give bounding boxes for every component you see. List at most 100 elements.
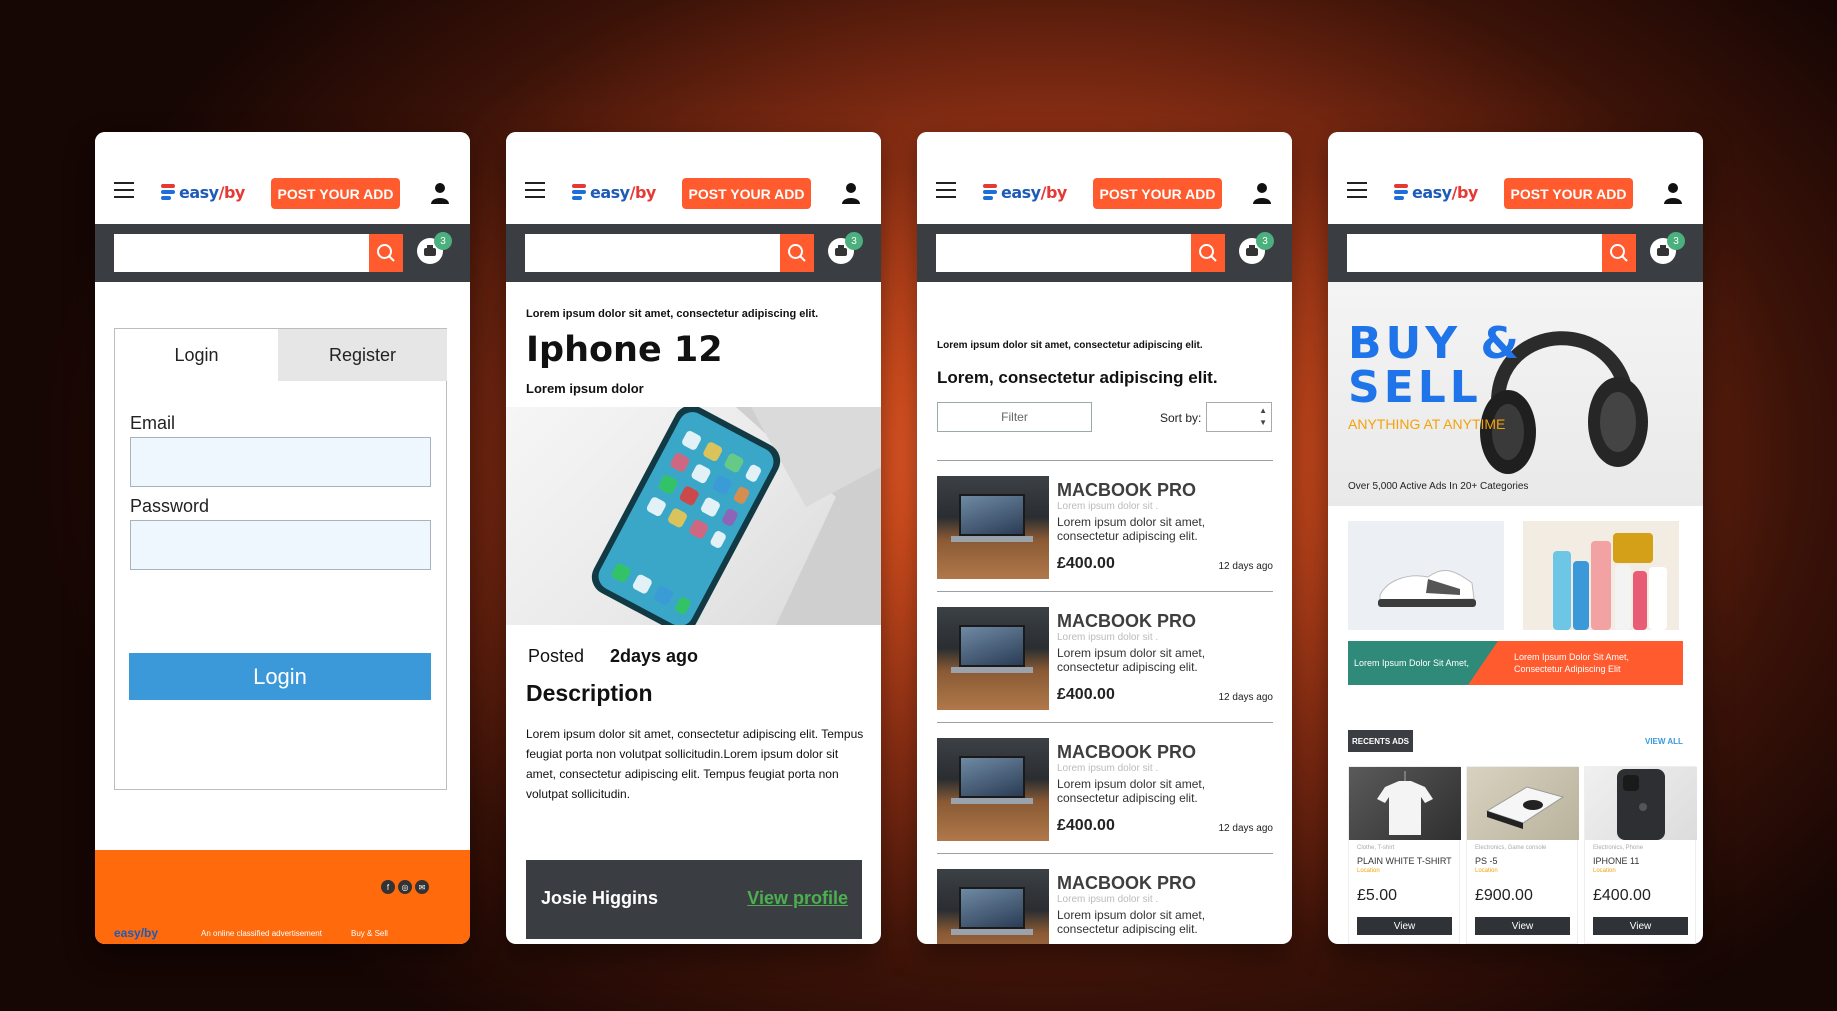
hamburger-menu-icon[interactable]	[1347, 182, 1367, 198]
cart-count-badge: 3	[845, 232, 863, 250]
item-subtitle: Lorem ipsum dolor sit .	[1057, 894, 1159, 905]
post-your-add-button[interactable]: POST YOUR ADD	[1504, 178, 1633, 209]
list-item[interactable]: MACBOOK PRO Lorem ipsum dolor sit . Lore…	[937, 460, 1273, 591]
tshirt-image	[1349, 767, 1461, 840]
seller-name: Josie Higgins	[541, 888, 659, 908]
ps5-image	[1467, 767, 1579, 840]
item-price: £400.00	[1057, 817, 1115, 834]
facebook-icon[interactable]: f	[381, 880, 395, 894]
search-input[interactable]	[1347, 234, 1602, 272]
ad-card[interactable]: Electronics, Phone IPHONE 11 Location £4…	[1584, 766, 1697, 944]
recent-ads-carousel: Clothe, T-shirt PLAIN WHITE T-SHIRT Loca…	[1348, 766, 1703, 944]
footer-logo[interactable]: easy/by	[114, 926, 158, 940]
logo-text-suffix: /by	[1451, 182, 1479, 202]
card-title: IPHONE 11	[1593, 856, 1640, 866]
user-account-icon[interactable]	[842, 182, 860, 204]
list-item[interactable]: MACBOOK PRO Lorem ipsum dolor sit . Lore…	[937, 853, 1273, 944]
search-button[interactable]	[1602, 234, 1636, 272]
logo-text-suffix: /by	[1040, 182, 1068, 202]
chevron-up-icon: ▲	[1259, 406, 1267, 415]
logo-mark-icon	[983, 182, 999, 202]
phone-login-screen: easy/by POST YOUR ADD 3 Login Register E…	[95, 132, 470, 944]
footer: f ◎ ✉ easy/by An online classified adver…	[95, 850, 470, 944]
promo-sneaker-image[interactable]	[1348, 521, 1504, 630]
search-button[interactable]	[780, 234, 814, 272]
logo[interactable]: easy/by	[572, 180, 656, 204]
hamburger-menu-icon[interactable]	[525, 182, 545, 198]
listing-title: Lorem, consectetur adipiscing elit.	[937, 368, 1218, 387]
search-input[interactable]	[114, 234, 369, 272]
post-your-add-button[interactable]: POST YOUR ADD	[1093, 178, 1222, 209]
app-header: easy/by POST YOUR ADD	[95, 132, 470, 224]
search-input[interactable]	[525, 234, 780, 272]
card-view-button[interactable]: View	[1357, 917, 1452, 935]
ad-card[interactable]: Clothe, T-shirt PLAIN WHITE T-SHIRT Loca…	[1348, 766, 1461, 944]
phone-product-screen: easy/by POST YOUR ADD 3 Lorem ipsum dolo…	[506, 132, 881, 944]
item-description: Lorem ipsum dolor sit amet, consectetur …	[1057, 646, 1206, 674]
user-account-icon[interactable]	[431, 182, 449, 204]
posted-value: 2days ago	[610, 646, 699, 666]
password-field[interactable]	[130, 520, 431, 570]
hero-tagline: ANYTHING AT ANYTIME	[1348, 416, 1506, 432]
item-date: 12 days ago	[1218, 823, 1274, 834]
email-field[interactable]	[130, 437, 431, 487]
hamburger-menu-icon[interactable]	[936, 182, 956, 198]
logo[interactable]: easy/by	[983, 180, 1067, 204]
social-links: f ◎ ✉	[381, 880, 429, 894]
view-all-link[interactable]: VIEW ALL	[1645, 737, 1683, 746]
post-your-add-button[interactable]: POST YOUR ADD	[682, 178, 811, 209]
item-subtitle: Lorem ipsum dolor sit .	[1057, 501, 1159, 512]
list-item[interactable]: MACBOOK PRO Lorem ipsum dolor sit . Lore…	[937, 591, 1273, 722]
banner-right-text: Lorem Ipsum Dolor Sit Amet, Consectetur …	[1514, 652, 1630, 674]
laptop-thumbnail	[937, 738, 1049, 841]
search-button[interactable]	[1191, 234, 1225, 272]
hero-banner: BUY & SELL ANYTHING AT ANYTIME Over 5,000…	[1328, 282, 1703, 506]
user-account-icon[interactable]	[1253, 182, 1271, 204]
view-profile-link[interactable]: View profile	[747, 888, 848, 909]
ad-card[interactable]: Electronics, Game console PS -5 Location…	[1466, 766, 1579, 944]
post-your-add-button[interactable]: POST YOUR ADD	[271, 178, 400, 209]
tab-login[interactable]: Login	[115, 329, 278, 381]
list-item[interactable]: MACBOOK PRO Lorem ipsum dolor sit . Lore…	[937, 722, 1273, 853]
logo-text-suffix: /by	[629, 182, 657, 202]
logo-mark-icon	[1394, 182, 1410, 202]
laptop-thumbnail	[937, 607, 1049, 710]
search-icon	[788, 244, 806, 262]
item-name: MACBOOK PRO	[1057, 742, 1196, 762]
iphone-image	[1585, 767, 1697, 840]
hamburger-menu-icon[interactable]	[114, 182, 134, 198]
card-view-button[interactable]: View	[1593, 917, 1688, 935]
card-view-button[interactable]: View	[1475, 917, 1570, 935]
mail-icon[interactable]: ✉	[415, 880, 429, 894]
promo-banner[interactable]: Lorem Ipsum Dolor Sit Amet, Lorem Ipsum …	[1348, 641, 1683, 685]
item-date: 12 days ago	[1218, 561, 1274, 572]
card-category: Electronics, Phone	[1593, 845, 1644, 851]
promo-cosmetics-image[interactable]	[1523, 521, 1679, 630]
logo[interactable]: easy/by	[1394, 180, 1478, 204]
card-category: Electronics, Game console	[1475, 845, 1547, 851]
item-description: Lorem ipsum dolor sit amet, consectetur …	[1057, 908, 1206, 936]
listing-intro: Lorem ipsum dolor sit amet, consectetur …	[937, 340, 1203, 351]
search-input[interactable]	[936, 234, 1191, 272]
logo[interactable]: easy/by	[161, 180, 245, 204]
card-title: PLAIN WHITE T-SHIRT	[1357, 856, 1452, 866]
sort-select[interactable]: ▲ ▼	[1206, 402, 1272, 432]
product-intro: Lorem ipsum dolor sit amet, consectetur …	[526, 308, 819, 320]
product-title: Iphone 12	[526, 330, 723, 370]
item-date: 12 days ago	[1218, 692, 1274, 703]
user-account-icon[interactable]	[1664, 182, 1682, 204]
instagram-icon[interactable]: ◎	[398, 880, 412, 894]
tab-register[interactable]: Register	[278, 329, 447, 381]
auth-form: Login Register Email Password Login	[114, 328, 447, 790]
logo-text-suffix: /by	[218, 182, 246, 202]
search-button[interactable]	[369, 234, 403, 272]
login-button[interactable]: Login	[129, 653, 431, 700]
phone-home-screen: easy/by POST YOUR ADD 3 BUY & SELL ANYTHI…	[1328, 132, 1703, 944]
phone-listing-screen: easy/by POST YOUR ADD 3 Lorem ipsum dolo…	[917, 132, 1292, 944]
product-subtitle: Lorem ipsum dolor	[526, 381, 644, 396]
search-icon	[377, 244, 395, 262]
card-location: Location	[1357, 868, 1380, 874]
logo-mark-icon	[161, 182, 177, 202]
filter-button[interactable]: Filter	[937, 402, 1092, 432]
email-label: Email	[130, 413, 176, 433]
